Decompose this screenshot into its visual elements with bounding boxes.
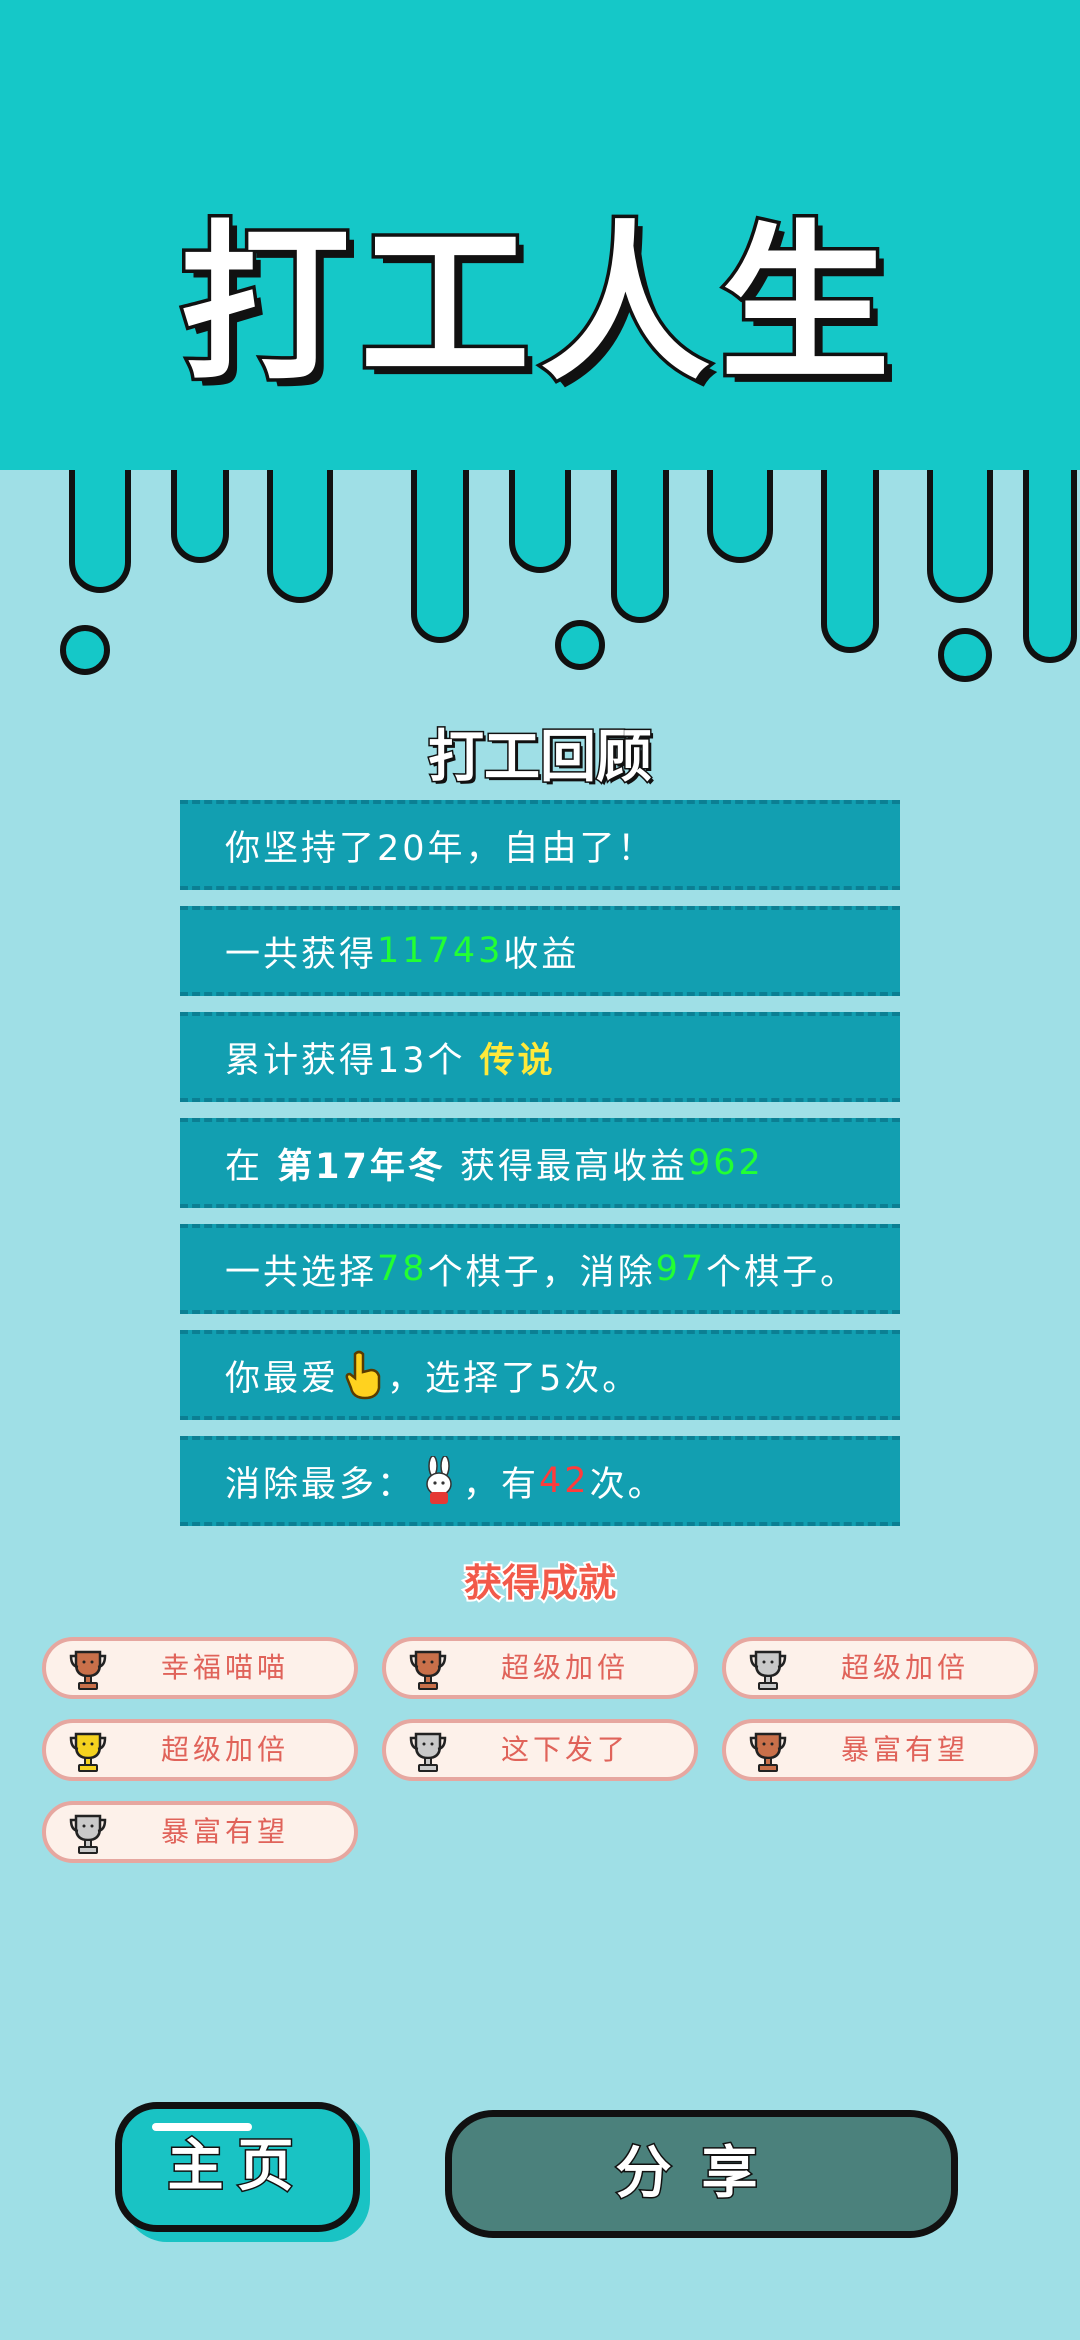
drop xyxy=(60,625,110,675)
best-amount: 962 xyxy=(688,1143,764,1183)
review-text: 你坚持了20年，自由了！ xyxy=(225,828,656,869)
review-text: 消除最多： xyxy=(225,1464,416,1505)
pointing-hand-icon xyxy=(345,1350,381,1400)
income-amount: 11743 xyxy=(377,931,504,971)
review-text: 个棋子。 xyxy=(706,1252,859,1293)
achievement-badge: 幸福喵喵 xyxy=(42,1637,358,1699)
review-text: 一共获得 xyxy=(225,934,378,975)
achievement-label: 这下发了 xyxy=(500,1733,629,1766)
achievement-badge: 超级加倍 xyxy=(382,1637,698,1699)
review-list: 你坚持了20年，自由了！ 一共获得 11743 收益 累计获得13个 传说 在 第1… xyxy=(180,800,900,1542)
review-text: 你最爱 xyxy=(225,1358,340,1399)
trophy-icon xyxy=(749,1650,787,1690)
trophy-icon xyxy=(69,1650,107,1690)
drip xyxy=(611,457,669,623)
review-row-legend: 累计获得13个 传说 xyxy=(180,1012,900,1102)
review-row-years: 你坚持了20年，自由了！ xyxy=(180,800,900,890)
trophy-icon xyxy=(409,1732,447,1772)
achievement-badge: 暴富有望 xyxy=(42,1801,358,1863)
drip xyxy=(69,457,131,593)
share-button-label: 分享 xyxy=(614,2140,788,2208)
home-button-label: 主页 xyxy=(166,2133,308,2201)
drop xyxy=(938,628,992,682)
trophy-icon xyxy=(69,1732,107,1772)
drip xyxy=(171,457,229,563)
achievement-badge: 暴富有望 xyxy=(722,1719,1038,1781)
review-text: 一共选择 xyxy=(225,1252,378,1293)
button-gloss xyxy=(152,2123,252,2131)
review-text: 次。 xyxy=(589,1464,666,1505)
drip xyxy=(707,457,773,563)
removed-most-count: 42 xyxy=(539,1461,590,1501)
chosen-count: 78 xyxy=(377,1249,428,1289)
achievements-title: 获得成就 xyxy=(462,1559,618,1607)
review-text: 个棋子，消除 xyxy=(427,1252,656,1293)
game-title: 打工人生 xyxy=(176,206,900,404)
trophy-icon xyxy=(749,1732,787,1772)
achievement-badge: 超级加倍 xyxy=(722,1637,1038,1699)
review-text: ，选择了5次。 xyxy=(387,1358,641,1399)
drip xyxy=(1023,457,1077,663)
drip xyxy=(821,457,879,653)
achievement-label: 超级加倍 xyxy=(160,1733,289,1766)
best-period: 第17年冬 xyxy=(277,1146,446,1187)
review-row-best: 在 第17年冬 获得最高收益 962 xyxy=(180,1118,900,1208)
review-text: 获得最高收益 xyxy=(445,1146,688,1187)
drip xyxy=(927,457,993,603)
achievement-badge: 这下发了 xyxy=(382,1719,698,1781)
review-row-income: 一共获得 11743 收益 xyxy=(180,906,900,996)
review-row-favorite: 你最爱 ，选择了5次。 xyxy=(180,1330,900,1420)
review-text: 收益 xyxy=(503,934,580,975)
review-text: ，有 xyxy=(463,1464,540,1505)
review-row-pieces: 一共选择 78 个棋子，消除 97 个棋子。 xyxy=(180,1224,900,1314)
drip xyxy=(267,457,333,603)
achievement-label: 幸福喵喵 xyxy=(160,1651,289,1684)
achievement-label: 超级加倍 xyxy=(840,1651,969,1684)
drip xyxy=(411,457,469,643)
review-text: 在 xyxy=(225,1146,278,1187)
trophy-icon xyxy=(409,1650,447,1690)
removed-count: 97 xyxy=(655,1249,707,1289)
drop xyxy=(555,620,605,670)
review-row-most-removed: 消除最多： ，有 42 次。 xyxy=(180,1436,900,1526)
achievement-label: 暴富有望 xyxy=(840,1733,969,1766)
review-text: 累计获得13个 xyxy=(225,1040,480,1081)
achievement-badge: 超级加倍 xyxy=(42,1719,358,1781)
trophy-icon xyxy=(69,1814,107,1854)
achievement-label: 超级加倍 xyxy=(500,1651,629,1684)
share-button[interactable]: 分享 xyxy=(445,2110,958,2238)
legend-label: 传说 xyxy=(479,1040,556,1081)
review-title: 打工回顾 xyxy=(427,724,654,792)
bunny-icon xyxy=(426,1456,452,1504)
home-button[interactable]: 主页 xyxy=(115,2102,360,2232)
achievement-label: 暴富有望 xyxy=(160,1815,289,1848)
drip xyxy=(509,457,571,573)
